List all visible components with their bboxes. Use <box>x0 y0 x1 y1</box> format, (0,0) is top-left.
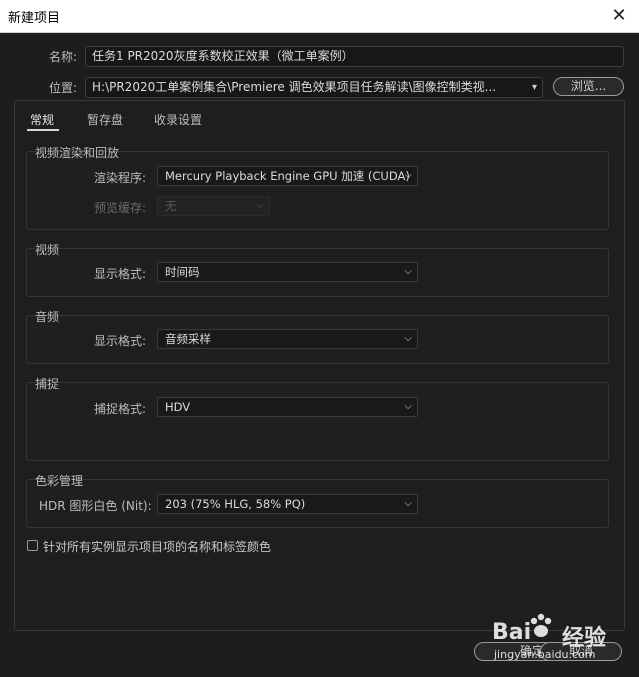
audio-display-format-label: 显示格式: <box>94 334 147 348</box>
hdr-white-dropdown[interactable]: 203 (75% HLG, 58% PQ) ⌵ <box>157 494 418 514</box>
baidu-watermark: Bai 经验 jingyan.baidu.com <box>492 612 632 667</box>
chevron-down-icon: ⌵ <box>404 333 412 344</box>
video-display-format-dropdown[interactable]: 时间码 ⌵ <box>157 262 418 282</box>
hdr-white-label: HDR 图形白色 (Nit): <box>39 499 152 513</box>
location-dropdown[interactable]: H:\PR2020工单案例集合\Premiere 调色效果项目任务解读\图像控制… <box>85 77 543 98</box>
browse-button[interactable]: 浏览... <box>553 77 624 96</box>
capture-format-dropdown[interactable]: HDV ⌵ <box>157 397 418 417</box>
chevron-down-icon: ⌵ <box>404 170 412 181</box>
name-label: 名称: <box>49 50 78 64</box>
color-management-title: 色彩管理 <box>35 474 84 488</box>
chevron-down-icon: ⌵ <box>404 401 412 412</box>
renderer-value: Mercury Playback Engine GPU 加速 (CUDA) <box>165 169 410 183</box>
chevron-down-icon: ▾ <box>531 82 537 93</box>
window-title: 新建项目 <box>8 11 61 26</box>
watermark-url: jingyan.baidu.com <box>494 648 596 661</box>
chevron-down-icon: ⌵ <box>404 498 412 509</box>
video-display-format-value: 时间码 <box>165 265 200 279</box>
active-tab-indicator <box>27 129 59 131</box>
capture-group <box>26 382 609 461</box>
tab-scratch-disks[interactable]: 暂存盘 <box>87 111 123 128</box>
chevron-down-icon: ⌵ <box>404 266 412 277</box>
location-value: H:\PR2020工单案例集合\Premiere 调色效果项目任务解读\图像控制… <box>92 80 497 94</box>
video-render-group <box>26 151 609 230</box>
capture-format-label: 捕捉格式: <box>94 402 147 416</box>
watermark-brand: Bai <box>492 620 532 645</box>
tab-general[interactable]: 常规 <box>30 111 54 128</box>
renderer-label: 渲染程序: <box>94 171 147 185</box>
video-render-title: 视频渲染和回放 <box>35 146 120 160</box>
chevron-down-icon: ⌵ <box>256 200 264 211</box>
capture-title: 捕捉 <box>35 377 60 391</box>
show-label-colors-label: 针对所有实例显示项目项的名称和标签颜色 <box>43 540 272 554</box>
hdr-white-value: 203 (75% HLG, 58% PQ) <box>165 497 306 511</box>
video-display-format-label: 显示格式: <box>94 267 147 281</box>
audio-display-format-dropdown[interactable]: 音频采样 ⌵ <box>157 329 418 349</box>
show-label-colors-checkbox[interactable] <box>27 540 38 551</box>
renderer-dropdown[interactable]: Mercury Playback Engine GPU 加速 (CUDA) ⌵ <box>157 166 418 186</box>
close-icon[interactable]: ✕ <box>607 4 631 28</box>
project-name-input[interactable]: 任务1 PR2020灰度系数校正效果（微工单案例） <box>85 46 624 67</box>
video-title: 视频 <box>35 243 60 257</box>
preview-cache-value: 无 <box>165 199 177 213</box>
location-label: 位置: <box>49 81 78 95</box>
audio-title: 音频 <box>35 310 60 324</box>
tab-ingest-settings[interactable]: 收录设置 <box>154 111 202 128</box>
preview-cache-label: 预览缓存: <box>94 201 147 215</box>
audio-display-format-value: 音频采样 <box>165 332 211 346</box>
title-bar <box>0 0 639 33</box>
preview-cache-dropdown: 无 ⌵ <box>157 196 270 216</box>
capture-format-value: HDV <box>165 400 191 414</box>
